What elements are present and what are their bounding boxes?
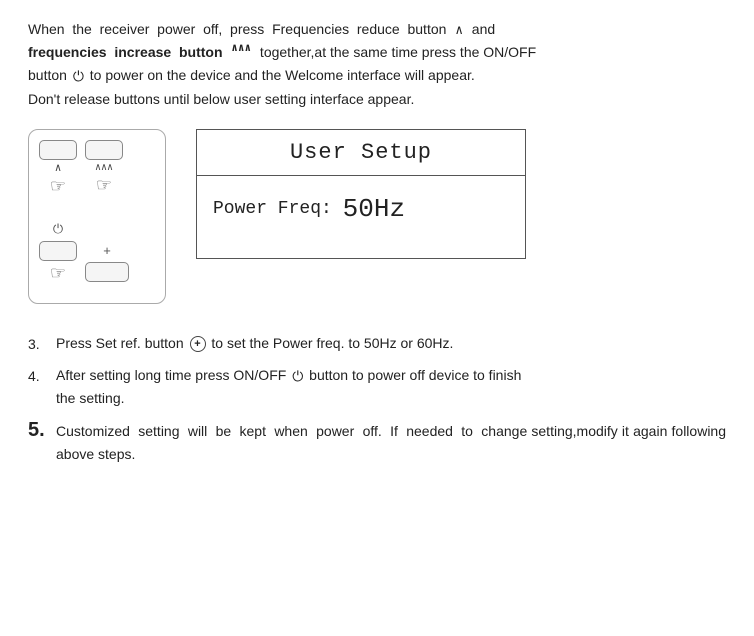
intro-bold-text: frequencies increase button ∧∧∧ — [28, 44, 252, 60]
reduce-finger-icon: ☞ — [50, 177, 66, 195]
step-5-text: Customized setting will be kept when pow… — [56, 417, 726, 465]
increase-button-rect — [85, 140, 123, 160]
power-freq-value: 50Hz — [343, 194, 405, 224]
set-ref-icon: + — [190, 336, 206, 352]
user-setup-box: User Setup Power Freq: 50Hz — [196, 129, 526, 259]
intro-line3: button ⏻ to power on the device and the … — [28, 67, 475, 83]
power-finger-icon: ☞ — [50, 264, 66, 282]
steps-section: 3. Press Set ref. button + to set the Po… — [28, 332, 726, 465]
power-symbol-top: ⏻ — [53, 221, 63, 237]
power-freq-label: Power Freq: — [213, 199, 332, 219]
reduce-button-rect — [39, 140, 77, 160]
increase-finger-icon: ☞ — [96, 176, 112, 194]
intro-line2-rest: together,at the same time press the ON/O… — [256, 44, 536, 60]
setup-content: Power Freq: 50Hz — [197, 176, 525, 242]
setup-title: User Setup — [197, 130, 525, 176]
step-4: 4. After setting long time press ON/OFF … — [28, 364, 726, 410]
step-4-text: After setting long time press ON/OFF ⏻ b… — [56, 364, 726, 410]
step-3: 3. Press Set ref. button + to set the Po… — [28, 332, 726, 355]
power-icon-step4: ⏻ — [292, 365, 303, 387]
device-bottom-row: ⏻ ☞ + — [39, 221, 155, 282]
step-5: 5. Customized setting will be kept when … — [28, 417, 726, 465]
intro-line4: Don't release buttons until below user s… — [28, 91, 414, 107]
power-icon-inline: ⏻ — [73, 65, 84, 88]
plus-symbol-top: + — [103, 243, 111, 258]
device-spacer — [39, 203, 155, 209]
step-3-num: 3. — [28, 332, 56, 355]
intro-line1: When the receiver power off, press Frequ… — [28, 21, 495, 37]
increase-wave-icon: ∧∧∧ — [231, 42, 251, 53]
power-button-rect — [39, 241, 77, 261]
plus-button-rect — [85, 262, 129, 282]
reduce-btn-group: ∧ ☞ — [39, 140, 77, 195]
step-4-num: 4. — [28, 364, 56, 387]
diagram-row: ∧ ☞ ∧∧∧ ☞ ⏻ ☞ + — [28, 129, 726, 304]
step-3-text: Press Set ref. button + to set the Power… — [56, 332, 726, 354]
plus-btn-group: + — [85, 243, 129, 282]
reduce-wave-icon: ∧ — [455, 24, 463, 37]
reduce-wave-label: ∧ — [55, 162, 62, 174]
device-top-row: ∧ ☞ ∧∧∧ ☞ — [39, 140, 155, 195]
increase-wave-label: ∧∧∧ — [95, 162, 113, 173]
increase-btn-group: ∧∧∧ ☞ — [85, 140, 123, 194]
step-5-num: 5. — [28, 417, 56, 443]
power-btn-group: ⏻ ☞ — [39, 221, 77, 282]
device-illustration: ∧ ☞ ∧∧∧ ☞ ⏻ ☞ + — [28, 129, 166, 304]
intro-paragraph: When the receiver power off, press Frequ… — [28, 18, 726, 111]
